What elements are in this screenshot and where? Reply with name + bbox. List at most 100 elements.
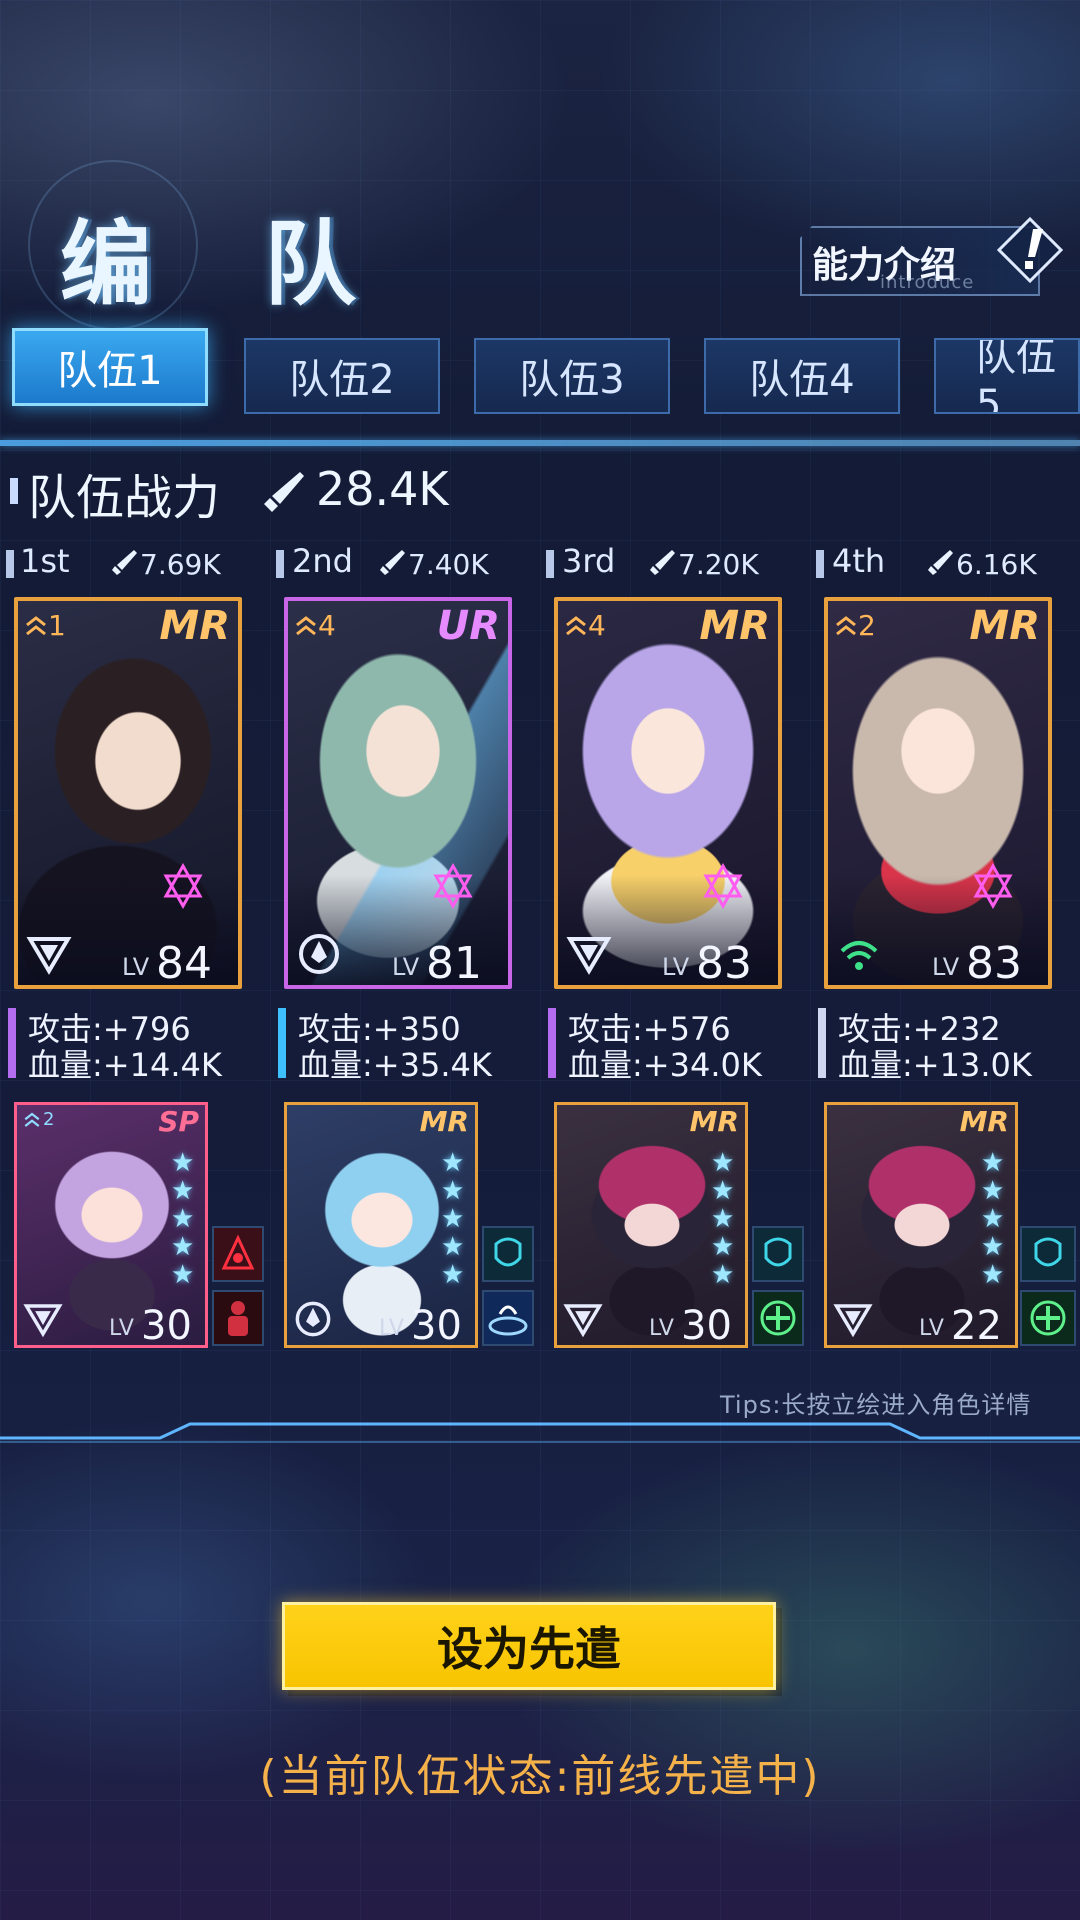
member-card-4[interactable]: 2 MR LV 83 bbox=[824, 597, 1052, 989]
level-label: LV bbox=[392, 953, 420, 981]
set-vanguard-button[interactable]: 设为先遣 bbox=[282, 1602, 776, 1690]
skill-slot-icon[interactable] bbox=[212, 1226, 264, 1282]
rarity-badge: MR bbox=[969, 603, 1040, 649]
skill-slot-icon[interactable] bbox=[1020, 1226, 1076, 1282]
member-card-1[interactable]: 1 MR LV 84 bbox=[14, 597, 242, 989]
star-rating: ★ ★ ★ ★ ★ bbox=[441, 1148, 465, 1290]
hexagram-icon bbox=[703, 863, 743, 909]
slot-label-2: 2nd bbox=[292, 542, 353, 580]
slot-marker bbox=[816, 550, 824, 578]
member-card-2[interactable]: 4 UR LV 81 bbox=[284, 597, 512, 989]
class-triangle-icon bbox=[833, 1304, 873, 1338]
stat-bar bbox=[8, 1008, 16, 1078]
skill-slot-icon[interactable] bbox=[212, 1290, 264, 1346]
tab-team-3[interactable]: 队伍3 bbox=[474, 338, 670, 414]
class-triangle-icon bbox=[23, 1304, 63, 1338]
rank-value: 2 bbox=[858, 609, 876, 642]
level-label: LV bbox=[122, 953, 150, 981]
rarity-badge: MR bbox=[159, 603, 230, 649]
slot-label-1: 1st bbox=[20, 542, 70, 580]
class-triangle-icon bbox=[566, 937, 612, 975]
level-label: LV bbox=[919, 1316, 944, 1341]
slot-power-4: 6.16K bbox=[956, 548, 1037, 581]
stat-bar bbox=[278, 1008, 286, 1078]
ability-intro-sublabel: introduce bbox=[880, 272, 975, 293]
rank-chevron-icon bbox=[566, 616, 586, 636]
stat-bar bbox=[548, 1008, 556, 1078]
slot-power-3: 7.20K bbox=[678, 548, 759, 581]
level-value: 30 bbox=[411, 1303, 462, 1348]
class-shield-icon bbox=[299, 934, 339, 974]
hp-stat-2: 血量:+35.4K bbox=[298, 1046, 492, 1084]
level-value: 83 bbox=[966, 938, 1022, 989]
rarity-badge: MR bbox=[419, 1105, 469, 1138]
hp-stat-1: 血量:+14.4K bbox=[28, 1046, 222, 1084]
rank-value: 1 bbox=[48, 609, 66, 642]
slot-power-2: 7.40K bbox=[408, 548, 489, 581]
tab-rail-divider bbox=[0, 440, 1080, 446]
tab-team-2[interactable]: 队伍2 bbox=[244, 338, 440, 414]
skill-slot-icon[interactable] bbox=[752, 1290, 804, 1346]
level-label: LV bbox=[662, 953, 690, 981]
star-rating: ★ ★ ★ ★ ★ bbox=[171, 1148, 195, 1290]
class-shield-icon bbox=[295, 1301, 331, 1337]
sword-icon bbox=[264, 472, 304, 512]
rarity-badge: SP bbox=[158, 1105, 199, 1138]
rarity-badge: MR bbox=[699, 603, 770, 649]
hp-stat-3: 血量:+34.0K bbox=[568, 1046, 762, 1084]
stat-bar bbox=[818, 1008, 826, 1078]
hexagram-icon bbox=[163, 863, 203, 909]
tab-team-5[interactable]: 队伍5 bbox=[934, 338, 1080, 414]
hexagram-icon bbox=[433, 863, 473, 909]
skill-slot-icon[interactable] bbox=[482, 1290, 534, 1346]
power-marker bbox=[10, 478, 18, 504]
slot-power-1: 7.69K bbox=[140, 548, 221, 581]
tab-team-4[interactable]: 队伍4 bbox=[704, 338, 900, 414]
rank-chevron-icon bbox=[296, 616, 316, 636]
sword-icon bbox=[650, 550, 675, 575]
level-value: 83 bbox=[696, 938, 752, 989]
sword-icon bbox=[380, 550, 405, 575]
rank-chevron-icon bbox=[24, 1112, 40, 1127]
class-triangle-icon bbox=[563, 1304, 603, 1338]
rarity-badge: MR bbox=[689, 1105, 739, 1138]
rank-value: 4 bbox=[588, 609, 606, 642]
skill-slot-icon[interactable] bbox=[1020, 1290, 1076, 1346]
level-label: LV bbox=[649, 1316, 674, 1341]
member-card-3[interactable]: 4 MR LV 83 bbox=[554, 597, 782, 989]
sword-icon bbox=[928, 550, 953, 575]
rank-chevron-icon bbox=[836, 616, 856, 636]
support-card-2[interactable]: MR ★ ★ ★ ★ ★ LV 30 bbox=[284, 1102, 478, 1348]
tips-text: Tips:长按立绘进入角色详情 bbox=[720, 1391, 1032, 1419]
slot-marker bbox=[276, 550, 284, 578]
section-divider bbox=[0, 1422, 1080, 1443]
slot-marker bbox=[6, 550, 14, 578]
team-power-label: 队伍战力 bbox=[28, 470, 221, 526]
support-card-3[interactable]: MR ★ ★ ★ ★ ★ LV 30 bbox=[554, 1102, 748, 1348]
star-rating: ★ ★ ★ ★ ★ bbox=[711, 1148, 735, 1290]
level-label: LV bbox=[932, 953, 960, 981]
slot-marker bbox=[546, 550, 554, 578]
class-signal-icon bbox=[840, 941, 878, 970]
tab-team-1[interactable]: 队伍1 bbox=[12, 328, 208, 406]
level-value: 81 bbox=[426, 938, 482, 989]
support-card-4[interactable]: MR ★ ★ ★ ★ ★ LV 22 bbox=[824, 1102, 1018, 1348]
team-power-value: 28.4K bbox=[316, 462, 449, 516]
rank-value: 4 bbox=[318, 609, 336, 642]
level-value: 22 bbox=[951, 1303, 1002, 1348]
level-value: 30 bbox=[141, 1303, 192, 1348]
skill-slot-icon[interactable] bbox=[752, 1226, 804, 1282]
team-status-text: (当前队伍状态:前线先遣中) bbox=[259, 1751, 821, 1802]
support-card-1[interactable]: 2 SP ★ ★ ★ ★ ★ LV 30 bbox=[14, 1102, 208, 1348]
level-value: 84 bbox=[156, 938, 212, 989]
level-label: LV bbox=[379, 1316, 404, 1341]
sword-icon bbox=[112, 550, 137, 575]
slot-label-3: 3rd bbox=[562, 542, 616, 580]
exclamation-icon[interactable] bbox=[995, 215, 1065, 285]
level-label: LV bbox=[109, 1316, 134, 1341]
rarity-badge: MR bbox=[959, 1105, 1009, 1138]
class-triangle-icon bbox=[26, 937, 72, 975]
skill-slot-icon[interactable] bbox=[482, 1226, 534, 1282]
rank-chevron-icon bbox=[26, 616, 46, 636]
level-value: 30 bbox=[681, 1303, 732, 1348]
